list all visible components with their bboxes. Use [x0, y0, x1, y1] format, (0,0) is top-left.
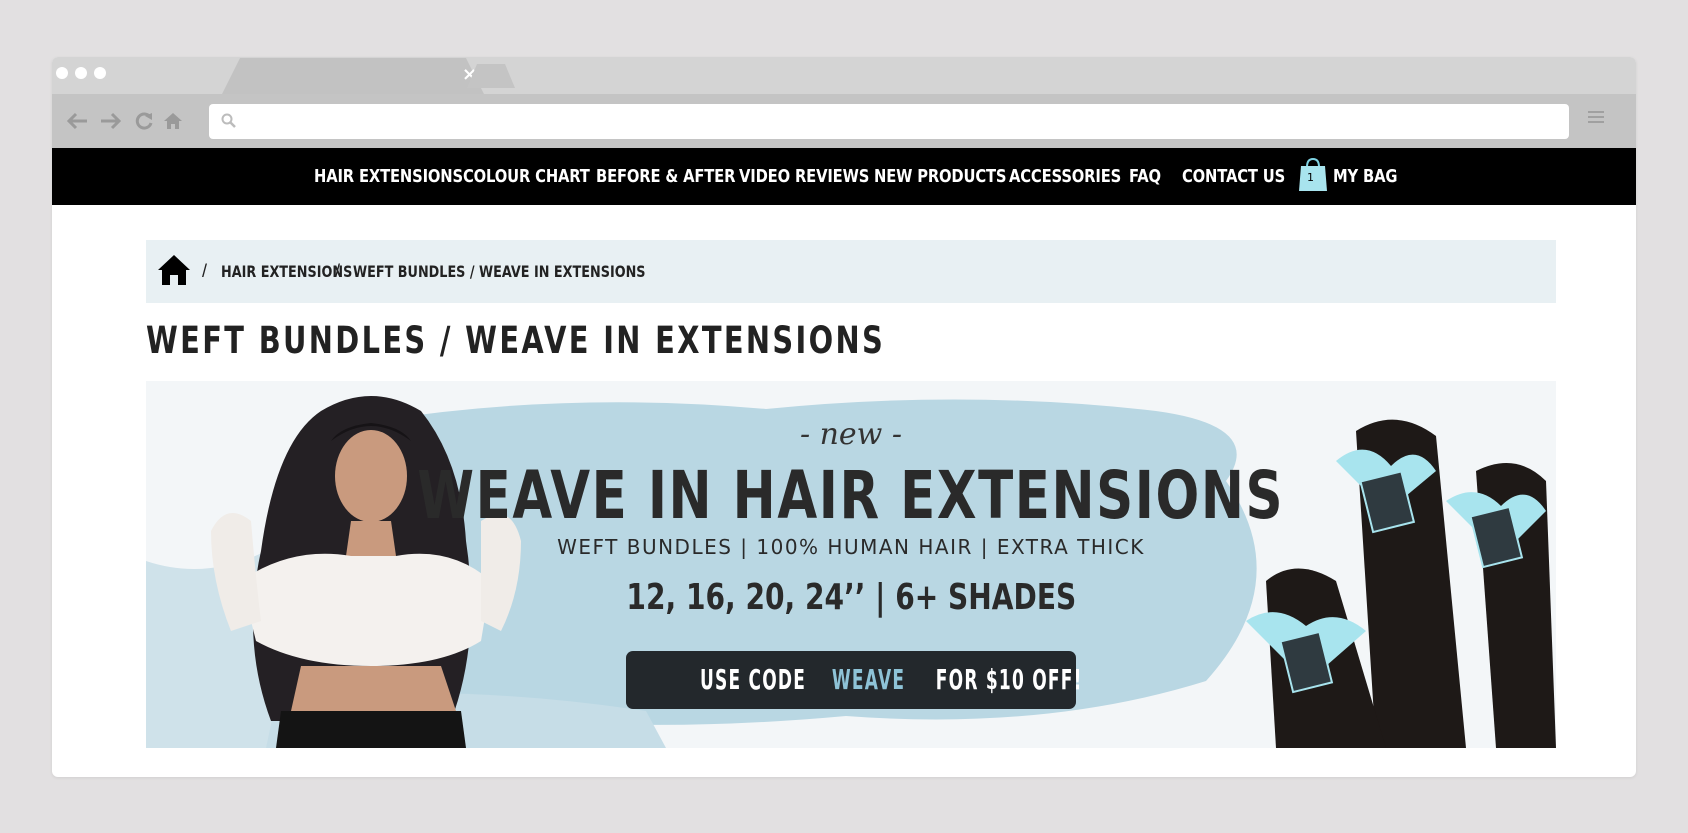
forward-arrow-icon[interactable] — [98, 109, 122, 133]
nav-my-bag[interactable]: MY BAG — [1333, 148, 1397, 205]
promo-code: WEAVE — [831, 663, 905, 696]
banner-sizes: 12, 16, 20, 24’’ | 6+ SHADES — [626, 577, 1076, 618]
banner-subline: WEFT BUNDLES | 100% HUMAN HAIR | EXTRA T… — [557, 535, 1145, 559]
window-minimize-dot[interactable] — [75, 67, 87, 79]
banner-headline: WEAVE IN HAIR EXTENSIONS — [417, 457, 1285, 534]
breadcrumb-hair-extensions[interactable]: HAIR EXTENSIONS — [221, 240, 352, 303]
promo-banner[interactable]: - new - WEAVE IN HAIR EXTENSIONS WEFT BU… — [146, 381, 1556, 748]
back-arrow-icon[interactable] — [66, 109, 90, 133]
nav-new-products[interactable]: NEW PRODUCTS — [874, 148, 1007, 205]
bag-count-badge: 1 — [1307, 171, 1314, 184]
new-tab-button[interactable] — [467, 64, 515, 88]
window-maximize-dot[interactable] — [94, 67, 106, 79]
nav-accessories[interactable]: ACCESSORIES — [1009, 148, 1121, 205]
breadcrumb: / HAIR EXTENSIONS / WEFT BUNDLES / WEAVE… — [146, 240, 1556, 303]
search-icon — [221, 113, 236, 128]
breadcrumb-separator: / — [335, 261, 341, 281]
browser-tab-bar: × — [52, 57, 1636, 94]
page-title: WEFT BUNDLES / WEAVE IN EXTENSIONS — [146, 319, 886, 362]
browser-menu-icon[interactable] — [1588, 110, 1604, 124]
browser-tab-active[interactable]: × — [222, 58, 484, 94]
breadcrumb-home-icon[interactable] — [156, 253, 192, 287]
promo-code-box: USE CODE WEAVE FOR $10 OFF! — [626, 651, 1081, 709]
banner-kicker: - new - — [799, 417, 903, 452]
window-close-dot[interactable] — [56, 67, 68, 79]
breadcrumb-current-page: WEFT BUNDLES / WEAVE IN EXTENSIONS — [353, 262, 646, 281]
nav-contact-us[interactable]: CONTACT US — [1182, 148, 1285, 205]
shopping-bag-icon[interactable]: 1 — [1298, 157, 1328, 197]
site-navigation: HAIR EXTENSIONS COLOUR CHART BEFORE & AF… — [52, 148, 1636, 205]
nav-faq[interactable]: FAQ — [1129, 148, 1161, 205]
nav-before-after[interactable]: BEFORE & AFTER — [596, 148, 735, 205]
promo-prefix: USE CODE — [699, 663, 807, 696]
breadcrumb-separator: / — [202, 261, 208, 281]
browser-toolbar — [52, 94, 1636, 148]
banner-copy: - new - WEAVE IN HAIR EXTENSIONS WEFT BU… — [146, 381, 1556, 748]
promo-suffix: FOR $10 OFF! — [935, 663, 1083, 696]
browser-window: × HAIR EXTENSIONS COLOUR CHART BEFORE & … — [52, 57, 1636, 777]
nav-hair-extensions[interactable]: HAIR EXTENSIONS — [314, 148, 463, 205]
reload-icon[interactable] — [132, 109, 156, 133]
nav-video-reviews[interactable]: VIDEO REVIEWS — [739, 148, 869, 205]
address-bar[interactable] — [209, 104, 1569, 139]
nav-colour-chart[interactable]: COLOUR CHART — [463, 148, 590, 205]
home-icon[interactable] — [161, 109, 185, 133]
